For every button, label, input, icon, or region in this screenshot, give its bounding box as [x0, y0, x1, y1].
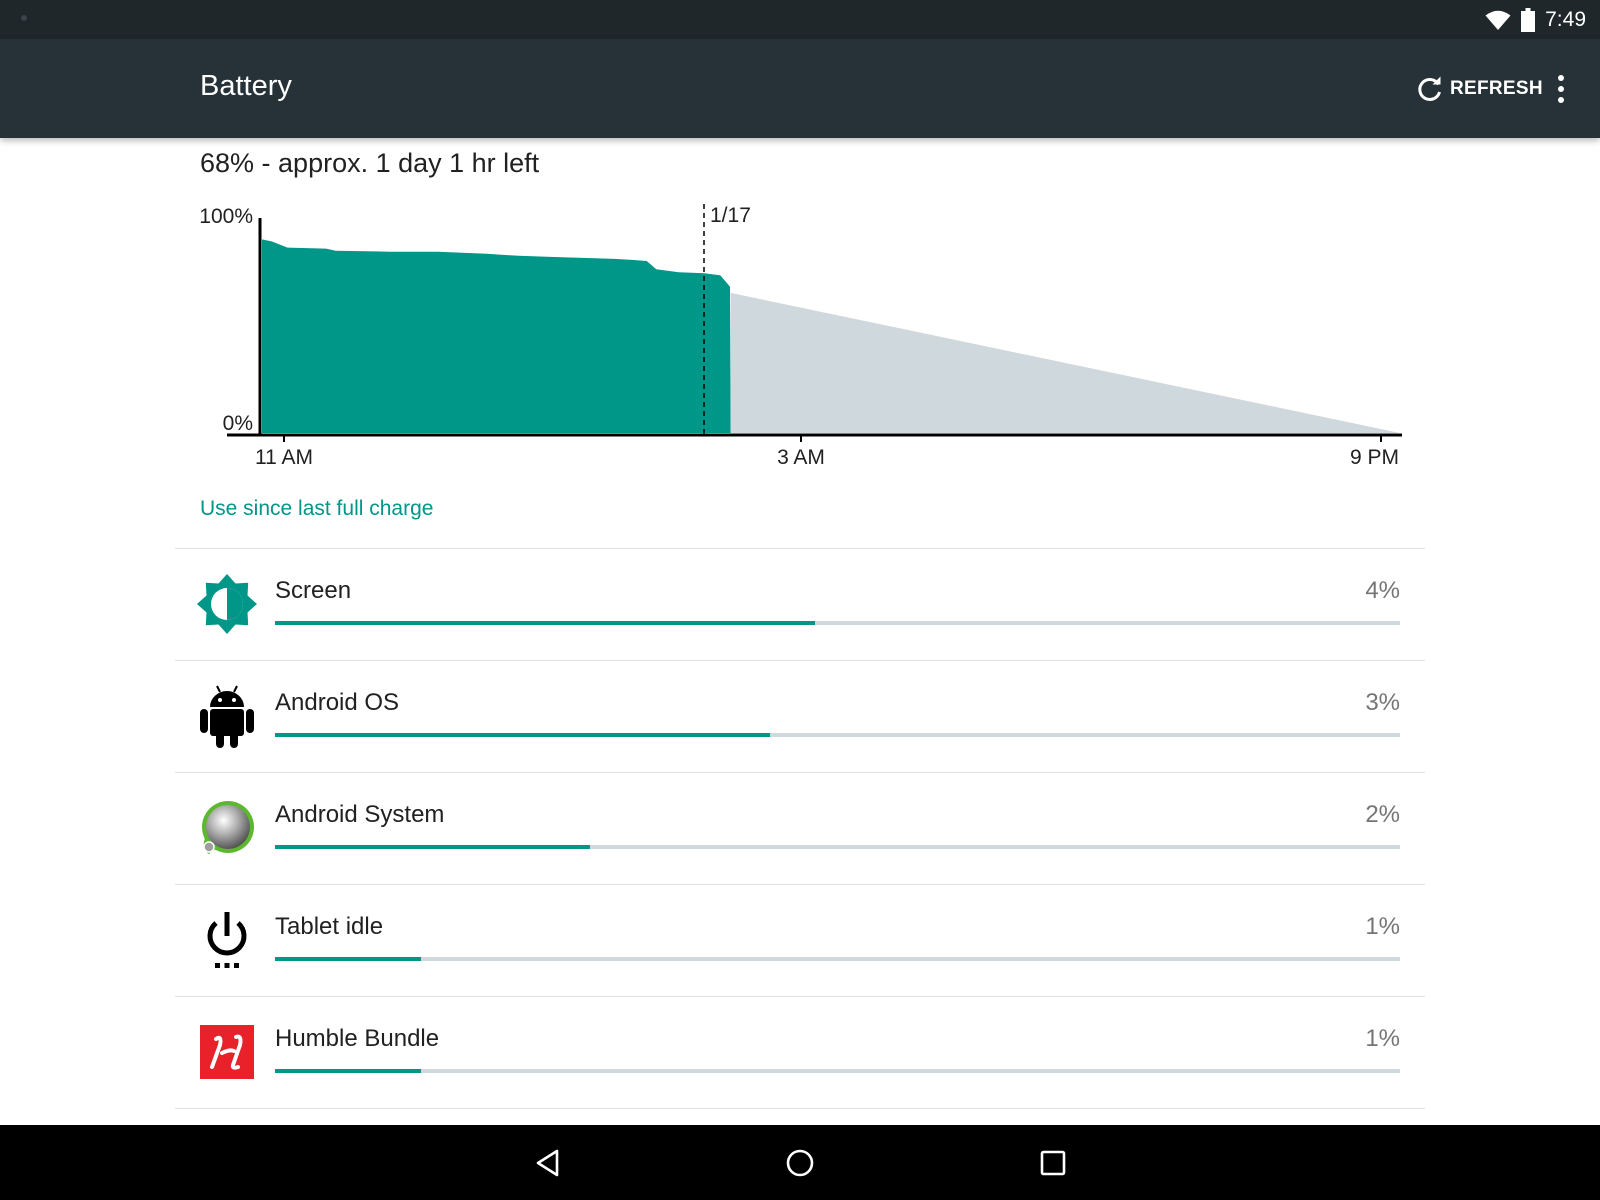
status-bar: 7:49 [0, 0, 1600, 39]
android-system-icon [197, 797, 257, 859]
y-tick-label: 0% [223, 412, 253, 435]
usage-row-humble-bundle[interactable]: Humble Bundle 1% [175, 997, 1425, 1109]
page-title: Battery [200, 70, 292, 102]
usage-bar [275, 1069, 1400, 1073]
refresh-label: REFRESH [1450, 78, 1543, 99]
usage-row-tablet-idle[interactable]: Tablet idle 1% [175, 885, 1425, 997]
usage-bar [275, 845, 1400, 849]
usage-bar-fill [275, 621, 815, 625]
app-bar: Battery REFRESH [0, 39, 1600, 138]
usage-bar-fill [275, 733, 770, 737]
use-since-full-charge-link[interactable]: Use since last full charge [200, 497, 433, 521]
back-button[interactable] [522, 1137, 574, 1189]
usage-row-android-os[interactable]: Android OS 3% [175, 661, 1425, 773]
usage-percent: 4% [1365, 577, 1400, 604]
power-idle-icon [197, 909, 257, 971]
usage-bar [275, 733, 1400, 737]
recents-button[interactable] [1027, 1137, 1079, 1189]
refresh-icon [1418, 76, 1441, 101]
status-time: 7:49 [1545, 8, 1586, 31]
battery-actual-area [262, 239, 731, 433]
y-tick-label: 100% [199, 205, 253, 228]
usage-row-android-system[interactable]: Android System 2% [175, 773, 1425, 885]
overflow-menu-button[interactable] [1550, 73, 1572, 105]
refresh-button[interactable]: REFRESH [1416, 73, 1543, 105]
more-vert-icon [1558, 75, 1564, 103]
usage-label: Android System [275, 801, 445, 828]
x-tick-label: 11 AM [255, 446, 313, 469]
usage-label: Screen [275, 577, 352, 604]
x-tick-label: 9 PM [1350, 446, 1399, 469]
usage-bar-fill [275, 1069, 422, 1073]
day-marker-label: 1/17 [710, 204, 751, 227]
home-icon [786, 1149, 814, 1177]
battery-projected-area [730, 292, 1400, 433]
usage-percent: 3% [1365, 689, 1400, 716]
notification-dot [21, 15, 27, 21]
usage-label: Android OS [275, 689, 400, 716]
usage-label: Tablet idle [275, 913, 384, 940]
battery-summary: 68% - approx. 1 day 1 hr left [200, 148, 540, 178]
usage-percent: 2% [1365, 801, 1400, 828]
recents-icon [1040, 1150, 1066, 1176]
usage-label: Humble Bundle [275, 1025, 440, 1052]
chart-svg: 1/17 100% 0% 11 AM 3 AM 9 PM [199, 204, 1402, 469]
humble-bundle-icon [197, 1021, 257, 1083]
usage-row-screen[interactable]: Screen 4% [175, 549, 1425, 661]
battery-icon [1521, 8, 1536, 32]
home-button[interactable] [774, 1137, 826, 1189]
navigation-bar [0, 1125, 1600, 1200]
battery-history-chart[interactable]: 1/17 100% 0% 11 AM 3 AM 9 PM [0, 190, 1600, 480]
usage-percent: 1% [1365, 1025, 1400, 1052]
x-tick-label: 3 AM [777, 446, 825, 469]
usage-bar [275, 957, 1400, 961]
android-icon [197, 685, 257, 748]
brightness-icon [197, 573, 257, 635]
usage-bar [275, 621, 1400, 625]
back-icon [536, 1149, 559, 1177]
status-icons: 7:49 [1485, 4, 1586, 36]
wifi-icon [1485, 10, 1511, 30]
usage-bar-fill [275, 957, 422, 961]
usage-percent: 1% [1365, 913, 1400, 940]
usage-bar-fill [275, 845, 590, 849]
